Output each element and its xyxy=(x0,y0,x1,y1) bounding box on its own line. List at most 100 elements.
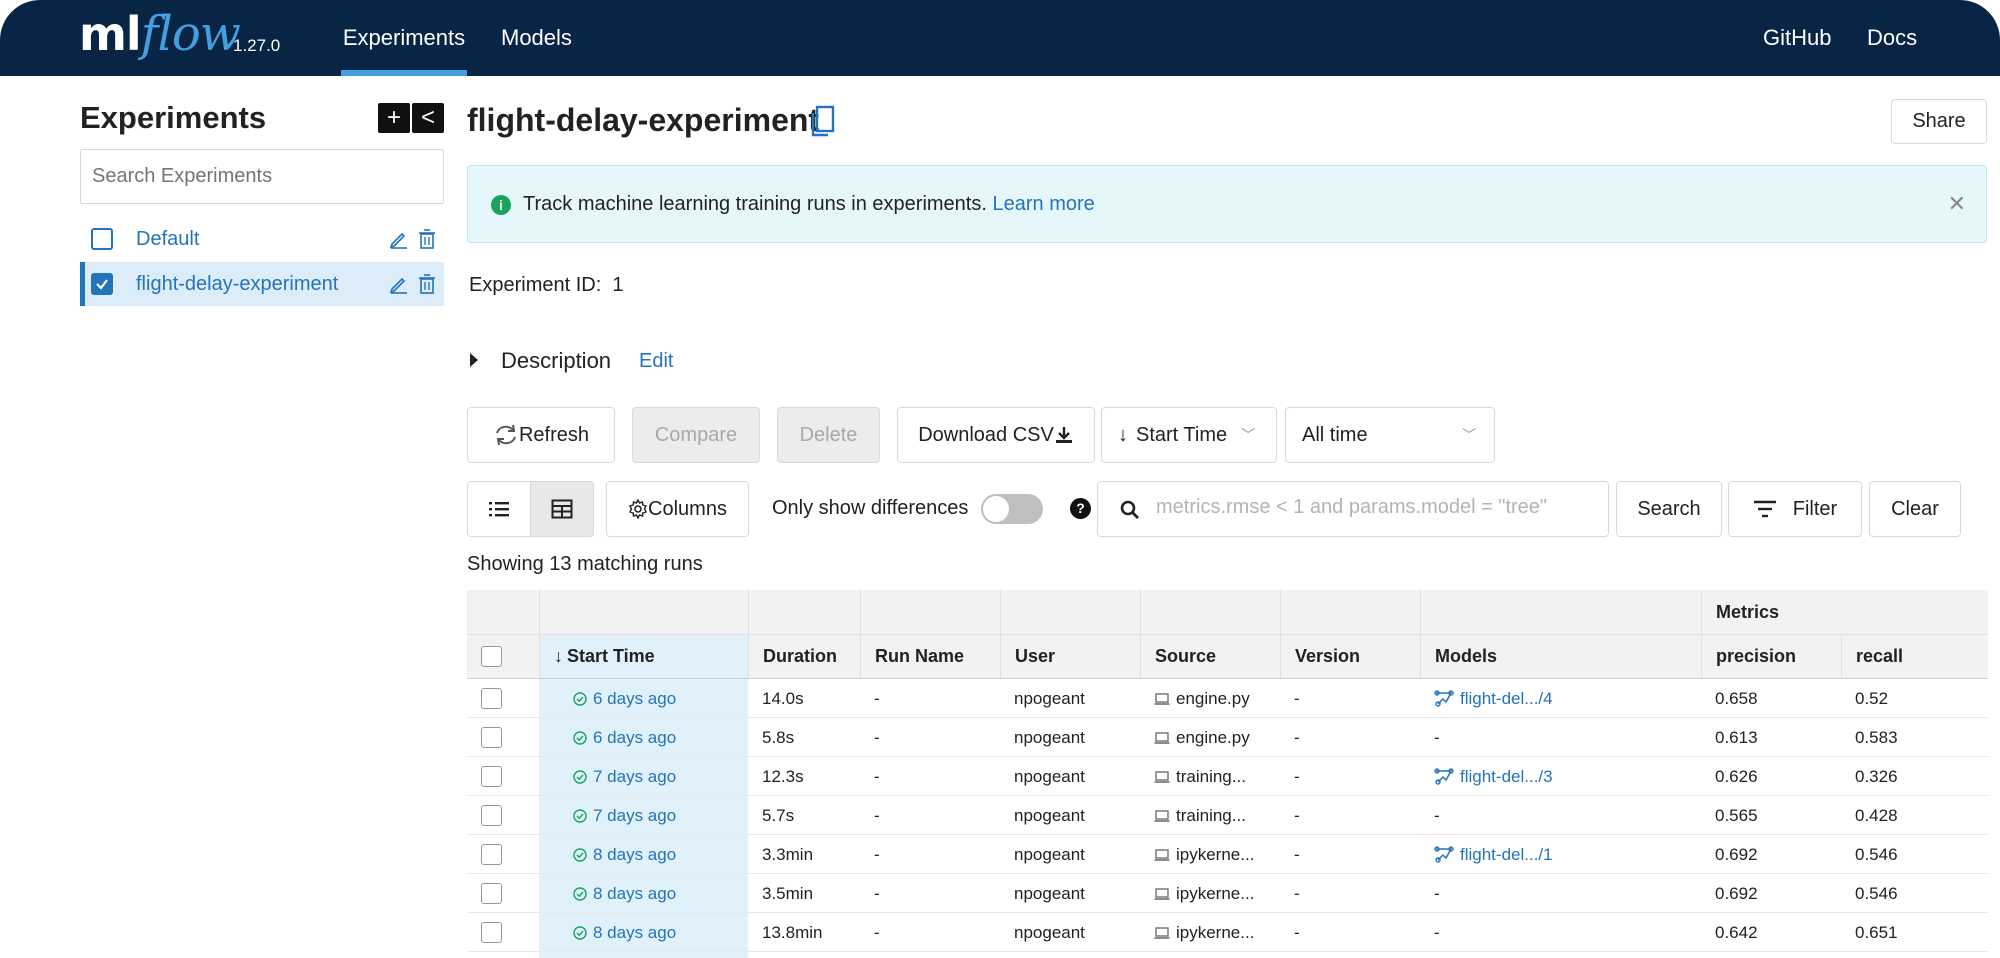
mlflow-logo[interactable]: ml flow 1.27.0 xyxy=(79,6,280,66)
column-header-version[interactable]: Version xyxy=(1280,635,1420,678)
row-checkbox[interactable] xyxy=(481,727,502,748)
close-icon[interactable]: ✕ xyxy=(1948,191,1966,217)
filter-label: Filter xyxy=(1792,497,1838,520)
group-header-empty xyxy=(1280,590,1420,634)
delete-button[interactable]: Delete xyxy=(777,407,880,463)
share-button[interactable]: Share xyxy=(1891,99,1987,144)
cell-source: engine.py xyxy=(1140,718,1280,757)
cell-start-time[interactable]: 6 days ago xyxy=(539,679,748,718)
cell-recall: 0.428 xyxy=(1855,805,1898,825)
cell-user: npogeant xyxy=(1014,922,1085,942)
run-search-box[interactable] xyxy=(1097,481,1609,537)
time-range-select[interactable]: All time ﹀ xyxy=(1285,407,1495,463)
row-select-cell xyxy=(467,757,539,796)
check-circle-icon xyxy=(573,730,587,745)
copy-icon[interactable] xyxy=(810,105,836,137)
row-checkbox[interactable] xyxy=(481,844,502,865)
table-row[interactable]: 8 days ago 3.3min - npogeant ipykerne... - fli… xyxy=(467,835,1988,874)
cell-start-time[interactable]: 6 days ago xyxy=(539,718,748,757)
column-header-start-time[interactable]: ↓ Start Time xyxy=(539,635,748,678)
edit-icon[interactable] xyxy=(388,228,410,250)
table-view-button[interactable] xyxy=(530,481,594,537)
columns-button[interactable]: Columns xyxy=(606,481,749,537)
table-icon xyxy=(551,499,573,519)
table-row[interactable]: 6 days ago 14.0s - npogeant engine.py - flight… xyxy=(467,679,1988,718)
nav-models[interactable]: Models xyxy=(501,0,572,76)
info-icon: i xyxy=(491,195,511,215)
cell-model[interactable]: flight-del.../1 xyxy=(1420,835,1701,874)
cell-version: - xyxy=(1294,922,1300,942)
table-row[interactable]: 8 days ago 13.8min - npogeant ipykerne... - -0… xyxy=(467,913,1988,952)
check-circle-icon xyxy=(573,847,587,862)
column-header-source[interactable]: Source xyxy=(1140,635,1280,678)
trash-icon[interactable] xyxy=(416,273,438,295)
sort-desc-icon: ↓ xyxy=(554,646,563,666)
edit-icon[interactable] xyxy=(388,273,410,295)
github-link[interactable]: GitHub xyxy=(1763,0,1831,76)
row-checkbox[interactable] xyxy=(481,922,502,943)
table-row[interactable]: 6 days ago 5.8s - npogeant engine.py - -0.613 0… xyxy=(467,718,1988,757)
cell-run-name: - xyxy=(874,727,880,747)
experiment-name[interactable]: flight-delay-experiment xyxy=(136,273,338,296)
nav-experiments[interactable]: Experiments xyxy=(341,0,467,76)
table-row[interactable]: 7 days ago 5.7s - npogeant training... - -0.56… xyxy=(467,796,1988,835)
column-header-run-name[interactable]: Run Name xyxy=(860,635,1000,678)
cell-model[interactable]: flight-del.../3 xyxy=(1420,757,1701,796)
help-icon[interactable]: ? xyxy=(1070,498,1091,519)
experiment-checkbox[interactable] xyxy=(91,228,113,250)
list-view-button[interactable] xyxy=(467,481,531,537)
cell-run-name: - xyxy=(874,883,880,903)
cell-start-time[interactable]: 7 days ago xyxy=(539,757,748,796)
clear-button[interactable]: Clear xyxy=(1869,481,1961,537)
cell-start-time[interactable]: 8 days ago xyxy=(539,874,748,913)
table-row[interactable]: 7 days ago 12.3s - npogeant training... - flig… xyxy=(467,757,1988,796)
cell-start-time[interactable]: 8 days ago xyxy=(539,835,748,874)
refresh-icon xyxy=(496,424,516,446)
row-checkbox[interactable] xyxy=(481,805,502,826)
chevron-left-icon[interactable]: < xyxy=(412,103,444,133)
caret-right-icon[interactable] xyxy=(470,353,478,367)
cell-precision: 0.642 xyxy=(1715,922,1758,942)
refresh-button[interactable]: Refresh xyxy=(467,407,615,463)
search-experiments-input[interactable] xyxy=(80,149,444,204)
laptop-icon xyxy=(1154,692,1170,705)
compare-button[interactable]: Compare xyxy=(632,407,760,463)
filter-button[interactable]: Filter xyxy=(1728,481,1862,537)
laptop-icon xyxy=(1154,731,1170,744)
logo-flow-text: flow xyxy=(140,6,241,62)
column-header-duration[interactable]: Duration xyxy=(748,635,860,678)
experiment-item-default[interactable]: Default xyxy=(80,217,444,261)
cell-user: npogeant xyxy=(1014,883,1085,903)
column-header-recall[interactable]: recall xyxy=(1841,635,1988,678)
column-header-user[interactable]: User xyxy=(1000,635,1140,678)
experiment-name[interactable]: Default xyxy=(136,228,199,251)
row-checkbox[interactable] xyxy=(481,883,502,904)
group-header-empty xyxy=(1140,590,1280,634)
search-button[interactable]: Search xyxy=(1616,481,1722,537)
cell-start-time[interactable]: 8 days ago xyxy=(539,913,748,952)
table-row[interactable]: 8 days ago 3.5min - npogeant ipykerne... - -0.… xyxy=(467,874,1988,913)
cell-duration: 5.8s xyxy=(762,727,795,747)
sort-select[interactable]: ↓ Start Time ﹀ xyxy=(1101,407,1277,463)
cell-version: - xyxy=(1294,883,1300,903)
experiment-item-flight-delay[interactable]: flight-delay-experiment xyxy=(80,262,444,306)
cell-source: training... xyxy=(1140,796,1280,835)
column-header-models[interactable]: Models xyxy=(1420,635,1701,678)
docs-link[interactable]: Docs xyxy=(1867,0,1917,76)
description-label[interactable]: Description xyxy=(501,348,611,374)
select-all-checkbox[interactable] xyxy=(481,646,502,667)
column-header-precision[interactable]: precision xyxy=(1701,635,1841,678)
cell-start-time[interactable]: 7 days ago xyxy=(539,796,748,835)
filter-icon xyxy=(1753,500,1776,518)
row-checkbox[interactable] xyxy=(481,766,502,787)
cell-model[interactable]: flight-del.../4 xyxy=(1420,679,1701,718)
plus-icon[interactable]: + xyxy=(378,103,410,133)
download-csv-button[interactable]: Download CSV xyxy=(897,407,1095,463)
only-show-differences-toggle[interactable] xyxy=(981,494,1043,524)
run-search-input[interactable] xyxy=(1156,496,1596,519)
row-checkbox[interactable] xyxy=(481,688,502,709)
experiment-checkbox-checked[interactable] xyxy=(91,273,113,295)
learn-more-link[interactable]: Learn more xyxy=(992,193,1094,215)
trash-icon[interactable] xyxy=(416,228,438,250)
description-edit-link[interactable]: Edit xyxy=(639,350,673,373)
